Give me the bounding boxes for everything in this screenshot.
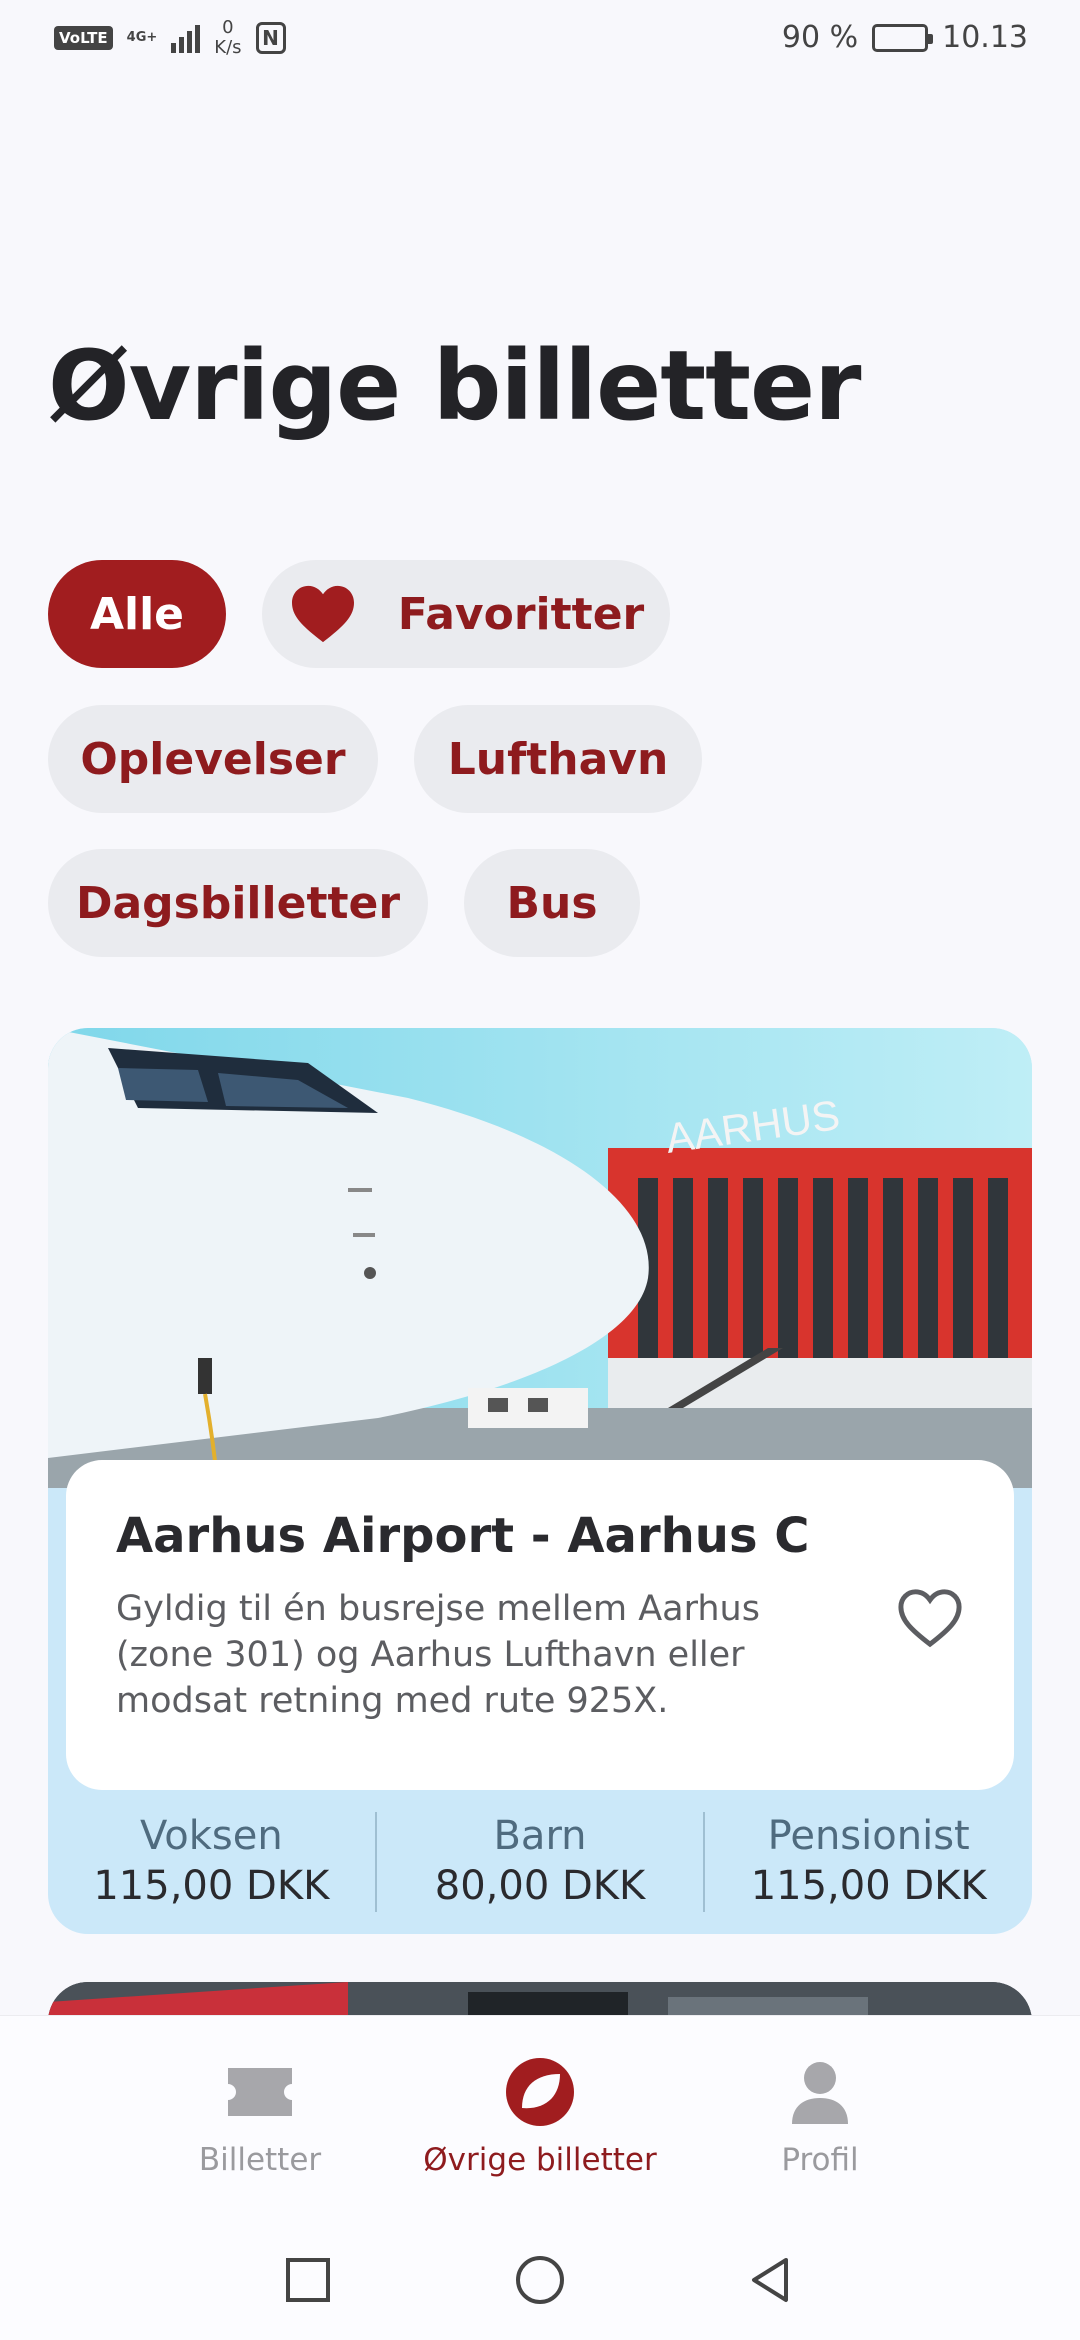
- leaf-ticket-icon: [506, 2058, 574, 2126]
- clock: 10.13: [942, 20, 1028, 55]
- ticket-card[interactable]: AARHUS Aarhus Airport - Aarhus C Gyldig …: [48, 1028, 1032, 1934]
- status-bar: VoLTE 4G+ 0 K/s N 90 % 10.13: [0, 0, 1080, 75]
- recent-apps-icon[interactable]: [280, 2252, 336, 2308]
- price-adult: Voksen 115,00 DKK: [48, 1812, 375, 1912]
- filter-chip-label: Bus: [506, 877, 598, 929]
- filter-chip-label: Dagsbilletter: [75, 877, 401, 929]
- filter-chip-alle[interactable]: Alle: [48, 560, 226, 668]
- ticket-description: Gyldig til én busrejse mellem Aarhus (zo…: [116, 1589, 760, 1721]
- network-speed: 0 K/s: [214, 16, 242, 58]
- filter-chip-label: Lufthavn: [447, 733, 669, 785]
- filter-chip-lufthavn[interactable]: Lufthavn: [414, 705, 702, 813]
- price-label: Voksen: [139, 1813, 283, 1859]
- network-speed-unit: K/s: [214, 36, 242, 58]
- nav-profil[interactable]: Profil: [690, 2056, 950, 2178]
- status-right: 90 % 10.13: [782, 20, 1028, 55]
- filter-chip-label: Favoritter: [397, 588, 645, 640]
- filter-chip-bus[interactable]: Bus: [464, 849, 640, 957]
- price-value: 115,00 DKK: [93, 1863, 330, 1909]
- signal-icon: [171, 23, 201, 53]
- heart-outline-icon[interactable]: [894, 1586, 966, 1650]
- person-icon: [792, 2062, 848, 2124]
- price-value: 80,00 DKK: [434, 1863, 646, 1909]
- battery-icon: [872, 23, 934, 52]
- nfc-icon: N: [255, 21, 286, 54]
- price-value: 115,00 DKK: [750, 1863, 987, 1909]
- filter-chip-label: Oplevelser: [80, 733, 346, 785]
- page-title: Øvrige billetter: [48, 330, 861, 442]
- nav-label: Profil: [781, 2142, 859, 2178]
- filter-chip-favoritter[interactable]: Favoritter: [262, 560, 670, 668]
- price-child: Barn 80,00 DKK: [374, 1812, 704, 1912]
- home-icon[interactable]: [512, 2252, 568, 2308]
- back-icon[interactable]: [742, 2252, 798, 2308]
- heart-icon: [291, 585, 354, 643]
- filter-chip-dagsbilletter[interactable]: Dagsbilletter: [48, 849, 428, 957]
- filter-chip-oplevelser[interactable]: Oplevelser: [48, 705, 378, 813]
- nav-ovrige-billetter[interactable]: Øvrige billetter: [410, 2056, 670, 2178]
- price-row: Voksen 115,00 DKK Barn 80,00 DKK Pension…: [48, 1790, 1032, 1934]
- battery-percent: 90 %: [781, 20, 859, 55]
- price-senior: Pensionist 115,00 DKK: [703, 1812, 1032, 1912]
- system-navigation: [0, 2220, 1080, 2340]
- nav-billetter[interactable]: Billetter: [130, 2056, 390, 2178]
- status-left: VoLTE 4G+ 0 K/s N: [54, 16, 286, 58]
- network-type: 4G+: [126, 29, 158, 45]
- nav-label: Øvrige billetter: [423, 2142, 657, 2178]
- ticket-info-panel: Aarhus Airport - Aarhus C Gyldig til én …: [66, 1460, 1014, 1790]
- price-label: Pensionist: [767, 1813, 970, 1859]
- volte-icon: VoLTE: [54, 25, 113, 50]
- nav-label: Billetter: [198, 2142, 322, 2178]
- ticket-title: Aarhus Airport - Aarhus C: [116, 1508, 810, 1564]
- network-speed-value: 0: [222, 16, 234, 38]
- airport-image: AARHUS: [48, 1028, 1032, 1488]
- bottom-navigation: Billetter Øvrige billetter Profil: [0, 2015, 1080, 2220]
- ticket-icon: [228, 2068, 292, 2116]
- price-label: Barn: [493, 1813, 587, 1859]
- filter-chip-label: Alle: [89, 588, 185, 640]
